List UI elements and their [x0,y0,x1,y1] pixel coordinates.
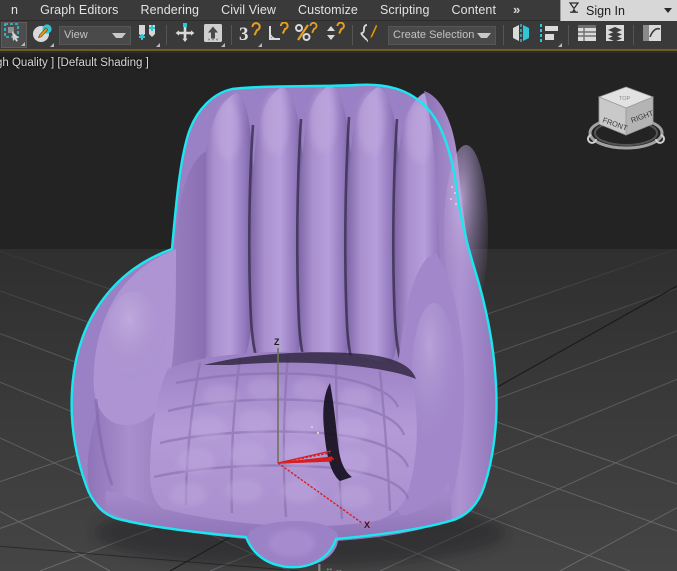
menu-item-scripting[interactable]: Scripting [369,0,441,21]
chevron-down-icon[interactable] [112,32,126,38]
layer-explorer-icon [576,23,598,48]
menu-item-graph-editors[interactable]: Graph Editors [29,0,129,21]
viewport-label[interactable]: gh Quality ] [Default Shading ] [0,57,149,69]
spinner-snap-button[interactable] [321,21,347,49]
mirror-icon [510,22,534,49]
percent-snap-3-button[interactable]: 3 [237,21,263,48]
svg-text:X: X [364,520,370,530]
sign-in-label: Sign In [586,3,625,18]
svg-text:Z: Z [274,337,280,347]
named-selection-set-value: Create Selection Se [393,29,477,41]
perspective-viewport[interactable]: gh Quality ] [Default Shading ] Z Y X FR… [0,53,677,571]
toolbar-separator [352,25,353,45]
named-selection-set-dropdown[interactable]: Create Selection Se [388,25,496,45]
curve-editor-button[interactable] [639,22,665,48]
menu-overflow-chevron-icon[interactable]: » [507,1,526,19]
chevron-down-icon[interactable] [477,32,491,38]
toolbar-separator [503,25,504,45]
use-center-flyout-button[interactable] [135,22,161,48]
select-object-button[interactable] [1,22,27,48]
menu-item-rendering[interactable]: Rendering [129,0,210,21]
menu-bar: n Graph Editors Rendering Civil View Cus… [0,0,677,21]
curve-editor-icon [641,23,663,48]
svg-text:Y: Y [334,455,340,465]
flyout-corner-icon[interactable] [258,43,262,47]
toolbar-separator [568,25,569,45]
flyout-corner-icon[interactable] [156,43,160,47]
gizmo-axis-z[interactable]: Z [274,337,280,463]
sign-in-button[interactable]: Sign In [560,0,677,21]
scene-explorer-icon [604,23,626,48]
menu-item-content[interactable]: Content [441,0,507,21]
mirror-button[interactable] [509,22,535,48]
3dsmax-window: n Graph Editors Rendering Civil View Cus… [0,0,677,571]
gizmo-axis-x[interactable]: X [277,462,370,530]
align-flyout-button[interactable] [537,22,563,48]
menu-item-civil-view[interactable]: Civil View [210,0,287,21]
user-icon [567,1,581,20]
angle-snap-button[interactable] [265,21,291,49]
svg-text:3: 3 [239,24,249,44]
flyout-corner-icon[interactable] [50,43,54,47]
toolbar-separator [633,25,634,45]
flyout-corner-icon[interactable] [558,43,562,47]
percent-snap-button[interactable] [293,21,319,49]
main-toolbar: View 3 Create Selection [0,21,677,51]
angle-snap-icon [266,21,290,49]
flyout-corner-icon[interactable] [21,42,25,46]
move-gizmo-icon [174,22,196,49]
chevron-down-icon[interactable] [664,8,672,13]
menu-item-customize[interactable]: Customize [287,0,369,21]
edit-named-selection-sets-button[interactable] [358,22,384,48]
reference-coordinate-system-value: View [64,29,88,41]
transform-gizmo[interactable]: Z Y X [0,53,677,571]
view-cube[interactable]: FRONT RIGHT TOP [581,75,671,159]
flyout-corner-icon[interactable] [221,43,225,47]
named-selection-sets-icon [360,22,382,49]
select-and-move-button[interactable] [172,22,198,48]
toolbar-separator [231,25,232,45]
toolbar-separator [166,25,167,45]
percent-snap-icon [294,21,318,49]
scene-explorer-button[interactable] [602,22,628,48]
menu-item-truncated[interactable]: n [0,0,29,21]
select-by-name-button[interactable] [29,22,55,48]
viewcube-top-label: TOP [619,96,631,102]
select-and-place-button[interactable] [200,22,226,48]
spinner-snap-icon [322,21,346,49]
reference-coordinate-system-dropdown[interactable]: View [59,25,131,45]
layer-explorer-button[interactable] [574,22,600,48]
